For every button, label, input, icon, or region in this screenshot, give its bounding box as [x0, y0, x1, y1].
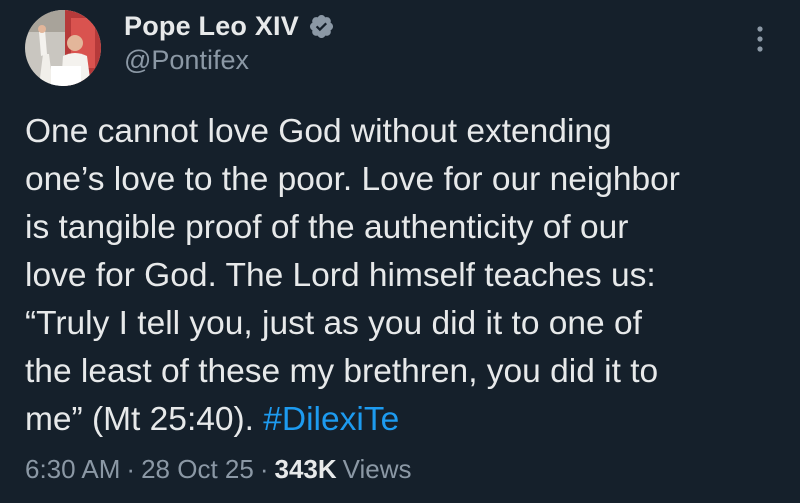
separator-dot: ·	[259, 453, 269, 484]
tweet-text: One cannot love God without extending on…	[25, 108, 785, 444]
author-display-name[interactable]: Pope Leo XIV	[124, 11, 299, 42]
avatar-image	[25, 10, 101, 86]
tweet-metadata: 6:30 AM · 28 Oct 25 · 343K Views	[25, 449, 412, 489]
tweet-time[interactable]: 6:30 AM	[25, 454, 120, 485]
tweet-body-text: One cannot love God without extending on…	[25, 113, 680, 438]
author-handle[interactable]: @Pontifex	[124, 45, 249, 76]
views-count[interactable]: 343K	[274, 454, 336, 485]
tweet-date[interactable]: 28 Oct 25	[141, 454, 254, 485]
more-options-button[interactable]	[748, 22, 772, 56]
tweet-card: Pope Leo XIV @Pontifex One cannot love G…	[0, 0, 800, 503]
views-label: Views	[342, 453, 412, 484]
hashtag-link[interactable]: #DilexiTe	[263, 401, 399, 438]
more-vertical-icon	[757, 26, 763, 52]
author-name-row: Pope Leo XIV	[124, 9, 335, 43]
separator-dot: ·	[126, 453, 136, 484]
author-avatar[interactable]	[25, 10, 101, 86]
verified-badge-icon	[309, 14, 333, 38]
